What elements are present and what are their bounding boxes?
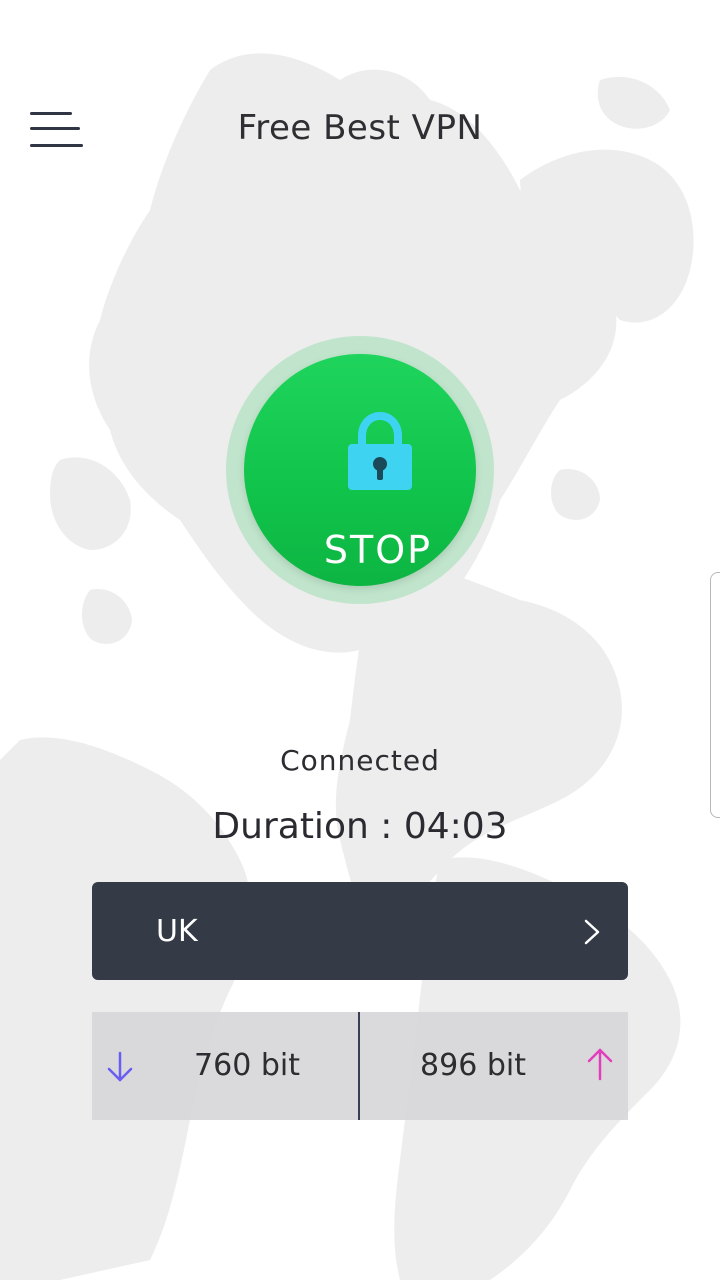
duration-row: Duration : 04:03 — [0, 806, 720, 847]
vpn-stop-button[interactable]: STOP — [226, 336, 494, 604]
arrow-down-icon — [107, 1051, 133, 1082]
duration-value: 04:03 — [403, 806, 508, 847]
page-title: Free Best VPN — [237, 108, 483, 148]
stop-label: STOP — [323, 528, 433, 572]
duration-label: Duration : — [212, 806, 393, 847]
connection-status: Connected — [280, 744, 440, 777]
arrow-up-icon — [587, 1048, 613, 1081]
chevron-right-icon — [584, 919, 600, 945]
traffic-panel: 760 bit 896 bit — [92, 1012, 628, 1120]
server-selector[interactable]: UK — [92, 882, 628, 980]
upload-speed: 896 bit — [420, 1048, 526, 1083]
server-name: UK — [156, 914, 198, 949]
edge-panel-handle[interactable] — [710, 572, 720, 818]
download-speed: 760 bit — [194, 1048, 300, 1083]
traffic-divider — [358, 1012, 360, 1120]
vpn-toggle-core: STOP — [244, 354, 476, 586]
lock-icon — [348, 412, 412, 490]
